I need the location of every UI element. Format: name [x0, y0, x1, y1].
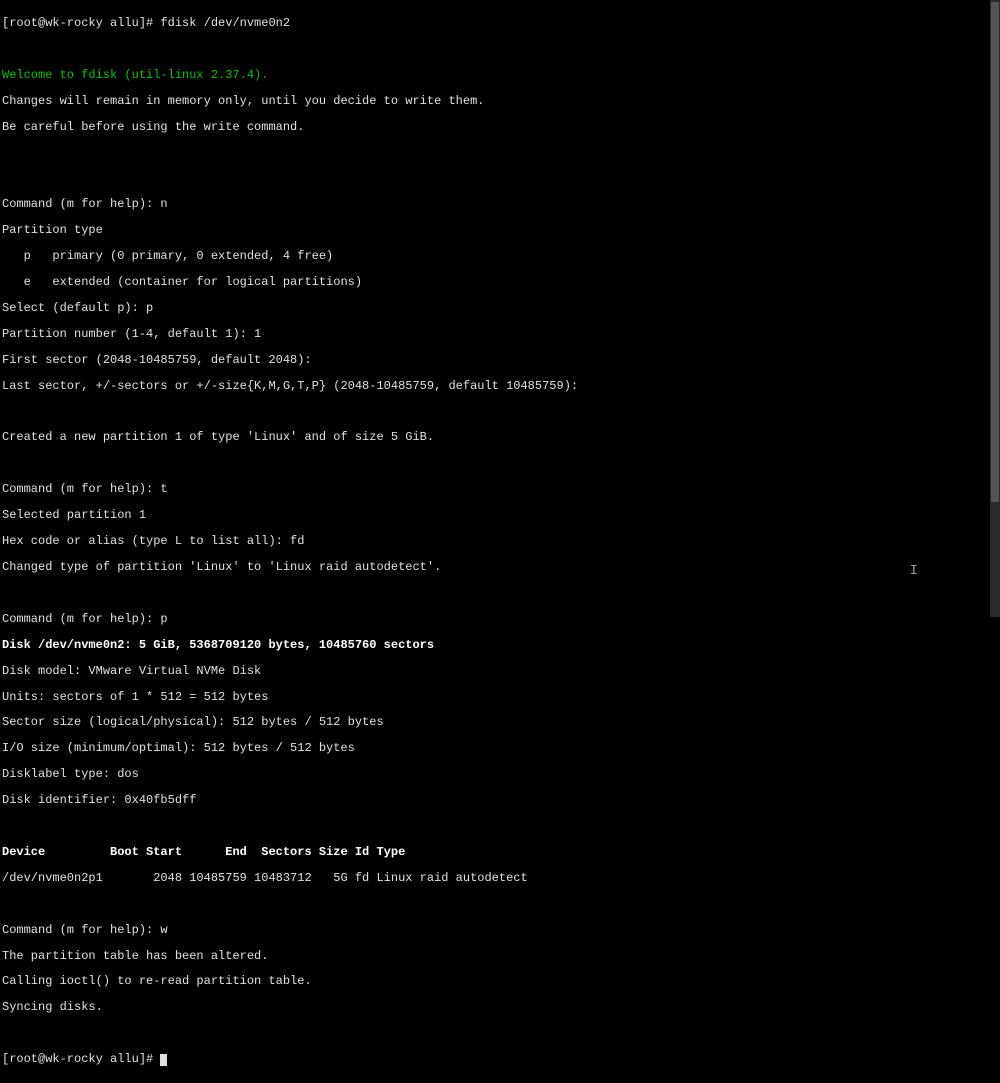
output-line: Created a new partition 1 of type 'Linux…	[2, 431, 998, 444]
table-row: /dev/nvme0n2p1 2048 10485759 10483712 5G…	[2, 872, 998, 885]
blank-line	[2, 898, 998, 911]
blank-line	[2, 43, 998, 56]
prompt-line: [root@wk-rocky allu]#	[2, 1053, 998, 1066]
output-line: Disk identifier: 0x40fb5dff	[2, 794, 998, 807]
welcome-line: Welcome to fdisk (util-linux 2.37.4).	[2, 69, 998, 82]
output-line: p primary (0 primary, 0 extended, 4 free…	[2, 250, 998, 263]
output-line: Sector size (logical/physical): 512 byte…	[2, 716, 998, 729]
cursor-block	[160, 1054, 167, 1066]
output-line: e extended (container for logical partit…	[2, 276, 998, 289]
blank-line	[2, 172, 998, 185]
output-line: Selected partition 1	[2, 509, 998, 522]
intro-line: Changes will remain in memory only, unti…	[2, 95, 998, 108]
command-line: Command (m for help): w	[2, 924, 998, 937]
output-line: Syncing disks.	[2, 1001, 998, 1014]
output-line: Disk model: VMware Virtual NVMe Disk	[2, 665, 998, 678]
prompt-line: [root@wk-rocky allu]# fdisk /dev/nvme0n2	[2, 17, 998, 30]
blank-line	[2, 457, 998, 470]
output-line: Select (default p): p	[2, 302, 998, 315]
scrollbar-thumb[interactable]	[991, 2, 999, 502]
output-line: Partition type	[2, 224, 998, 237]
disk-header: Disk /dev/nvme0n2: 5 GiB, 5368709120 byt…	[2, 639, 998, 652]
blank-line	[2, 146, 998, 159]
output-line: Partition number (1-4, default 1): 1	[2, 328, 998, 341]
output-line: Calling ioctl() to re-read partition tab…	[2, 975, 998, 988]
terminal-output[interactable]: [root@wk-rocky allu]# fdisk /dev/nvme0n2…	[0, 0, 1000, 1083]
output-line: Changed type of partition 'Linux' to 'Li…	[2, 561, 998, 574]
blank-line	[2, 587, 998, 600]
prompt-text: [root@wk-rocky allu]#	[2, 1052, 160, 1066]
output-line: Disklabel type: dos	[2, 768, 998, 781]
command-line: Command (m for help): n	[2, 198, 998, 211]
output-line: Hex code or alias (type L to list all): …	[2, 535, 998, 548]
scrollbar-track[interactable]	[990, 0, 1000, 617]
blank-line	[2, 406, 998, 419]
table-header: Device Boot Start End Sectors Size Id Ty…	[2, 846, 998, 859]
output-line: I/O size (minimum/optimal): 512 bytes / …	[2, 742, 998, 755]
output-line: Units: sectors of 1 * 512 = 512 bytes	[2, 691, 998, 704]
output-line: Last sector, +/-sectors or +/-size{K,M,G…	[2, 380, 998, 393]
command-line: Command (m for help): p	[2, 613, 998, 626]
blank-line	[2, 820, 998, 833]
blank-line	[2, 1027, 998, 1040]
output-line: First sector (2048-10485759, default 204…	[2, 354, 998, 367]
intro-line: Be careful before using the write comman…	[2, 121, 998, 134]
output-line: The partition table has been altered.	[2, 950, 998, 963]
command-line: Command (m for help): t	[2, 483, 998, 496]
